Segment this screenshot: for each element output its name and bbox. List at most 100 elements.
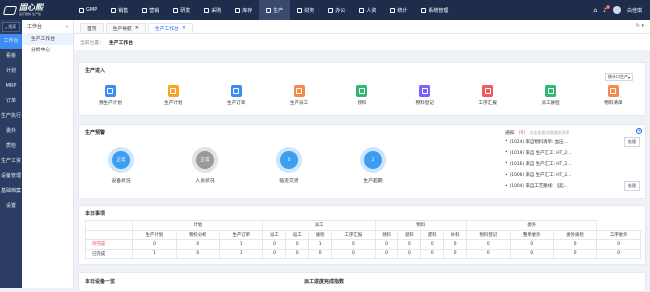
nav-item-4[interactable]: 采购 (197, 0, 228, 20)
sidebar-item-1[interactable]: 看板 (0, 49, 22, 64)
nav-label: 采购 (211, 7, 222, 14)
sidebar-item-8[interactable]: 生产工资 (0, 154, 22, 169)
close-icon[interactable]: × (135, 26, 139, 31)
entry-4[interactable]: 领料 (339, 85, 384, 110)
table-cell[interactable]: 1 (219, 248, 264, 259)
notice-item[interactable]: • (1006) 来自 生产汇工: HT_2... (505, 170, 640, 181)
table-cell[interactable]: 1 (132, 248, 177, 259)
table-cell[interactable]: 0 (331, 239, 376, 250)
table-cell[interactable]: 1 (219, 239, 264, 250)
nav-item-1[interactable]: 销售 (104, 0, 135, 20)
table-cell[interactable]: 0 (175, 248, 221, 259)
entry-label: 物料登记 (415, 101, 434, 106)
home-icon[interactable]: ⌂ (593, 7, 597, 14)
app-logo[interactable]: 固心熙 医疗器械·生产版 (0, 0, 60, 20)
nav-item-0[interactable]: GMP (72, 0, 104, 20)
table-cell[interactable]: 0 (552, 248, 598, 259)
column-header: 质检 (308, 229, 333, 240)
table-cell[interactable]: 0 (443, 239, 468, 250)
user-name[interactable]: 白佳琪 (627, 7, 642, 14)
tab-production-workbench[interactable]: 生产工作台 × (147, 23, 193, 33)
nav-item-5[interactable]: 库存 (228, 0, 259, 20)
refresh-icon[interactable]: ↻ ▾ (636, 23, 644, 29)
warning-0[interactable]: 正常 设备状况 (79, 147, 163, 197)
entry-8[interactable]: 物料清单 (591, 85, 636, 110)
avatar[interactable] (612, 6, 621, 14)
sidebar-item-6[interactable]: 委外 (0, 124, 22, 139)
sidebar-item-2[interactable]: 计划 (0, 64, 22, 79)
nav-item-7[interactable]: 财务 (290, 0, 321, 20)
notice-item[interactable]: • (1016) 来自 生产汇工: HT_2... (505, 158, 640, 169)
nav-item-6[interactable]: 生产 (259, 0, 291, 20)
table-cell[interactable]: 0 (308, 248, 333, 259)
column-header: 生产订单 (219, 229, 264, 240)
top-navbar: 固心熙 医疗器械·生产版 GMP 销售 营销 研发 采购 库存 生产 财务 办公 人资 统计 系统管理… (0, 0, 650, 20)
notice-item[interactable]: • (1019) 来自 生产汇工: HT_2... (505, 147, 640, 158)
chevron-left-icon[interactable]: ‹ (66, 24, 68, 30)
tab-production-nav[interactable]: 生产导航 × (105, 23, 146, 33)
entry-3[interactable]: 生产派工 (277, 85, 322, 110)
entry-0[interactable]: 预生产计划 (88, 85, 133, 110)
table-cell[interactable]: 0 (262, 239, 287, 250)
table-cell[interactable]: 0 (285, 239, 310, 250)
sidebar-item-4[interactable]: 订单 (0, 94, 22, 109)
table-cell[interactable]: 0 (374, 239, 399, 250)
sidebar-item-0[interactable]: 工作台 (0, 34, 22, 49)
warning-2[interactable]: 0 临近交货 (247, 147, 331, 197)
table-cell[interactable]: 0 (552, 239, 598, 250)
nav-item-11[interactable]: 系统管理 (414, 0, 455, 20)
close-icon[interactable]: × (182, 26, 186, 31)
table-cell[interactable]: 0 (466, 239, 511, 250)
entry-6[interactable]: 工序汇报 (465, 85, 510, 110)
table-cell[interactable]: 0 (596, 239, 641, 250)
table-cell[interactable]: 0 (596, 248, 641, 259)
nav-item-3[interactable]: 研发 (166, 0, 197, 20)
process-button[interactable]: 处理 (624, 136, 640, 147)
table-cell[interactable]: 1 (308, 239, 333, 250)
table-cell[interactable]: 0 (509, 239, 554, 250)
table-cell[interactable]: 0 (331, 248, 376, 259)
column-header: 委外质检 (552, 229, 598, 240)
notice-item[interactable]: • (1024) 来自物料清单: 血压... 处理 (505, 136, 640, 147)
nav-item-9[interactable]: 人资 (352, 0, 383, 20)
sidebar-item-9[interactable]: 设备管理 (0, 169, 22, 184)
table-cell[interactable]: 0 (420, 248, 445, 259)
table-cell[interactable]: 0 (509, 248, 554, 259)
warning-3[interactable]: 2 生产超期 (331, 147, 415, 197)
table-cell[interactable]: 0 (132, 239, 177, 250)
nav-item-2[interactable]: 营销 (135, 0, 166, 20)
sidebar-item-3[interactable]: MRP (0, 79, 22, 94)
sub-sidebar-header[interactable]: 工作台 ‹ (22, 20, 73, 34)
sidebar-item-10[interactable]: 基础档案 (0, 184, 22, 199)
table-cell[interactable]: 0 (374, 248, 399, 259)
entry-5[interactable]: 物料登记 (402, 85, 447, 110)
tab-home[interactable]: 首页 (80, 23, 104, 33)
nav-item-10[interactable]: 统计 (383, 0, 414, 20)
table-cell[interactable]: 0 (262, 248, 287, 259)
nav-item-8[interactable]: 办公 (321, 0, 352, 20)
table-cell[interactable]: 0 (443, 248, 468, 259)
subitem-analysis[interactable]: 分析中心 (22, 45, 73, 56)
table-cell[interactable]: 0 (420, 239, 445, 250)
entry-1[interactable]: 生产计划 (151, 85, 196, 110)
entry-7[interactable]: 派工质检 (528, 85, 573, 110)
notice-item[interactable]: • (1004) 来自工艺路线: 【起... 处理 (505, 181, 640, 192)
sidebar-item-7[interactable]: 质检 (0, 139, 22, 154)
stat-select[interactable]: 统计口生产 ▾ (605, 73, 633, 81)
table-cell[interactable]: 0 (466, 248, 511, 259)
entry-2[interactable]: 生产订单 (214, 85, 259, 110)
sidebar-item-5[interactable]: 生产执行 (0, 109, 22, 124)
subitem-workbench[interactable]: 生产工作台 (22, 34, 73, 45)
bell-icon[interactable]: ♪ 3 (603, 4, 610, 14)
column-header: 工序汇报 (331, 229, 376, 240)
sidebar-item-11[interactable]: 设置 (0, 199, 22, 214)
table-cell[interactable]: 0 (397, 248, 422, 259)
search-input[interactable]: ⌕ 搜索 (2, 22, 20, 32)
warning-label: 人员状况 (195, 179, 215, 184)
nav-label: 统计 (397, 7, 408, 14)
table-cell[interactable]: 0 (397, 239, 422, 250)
table-cell[interactable]: 0 (285, 248, 310, 259)
process-button[interactable]: 处理 (624, 181, 640, 192)
warning-1[interactable]: 正常 人员状况 (163, 147, 247, 197)
table-cell[interactable]: 0 (175, 239, 221, 250)
